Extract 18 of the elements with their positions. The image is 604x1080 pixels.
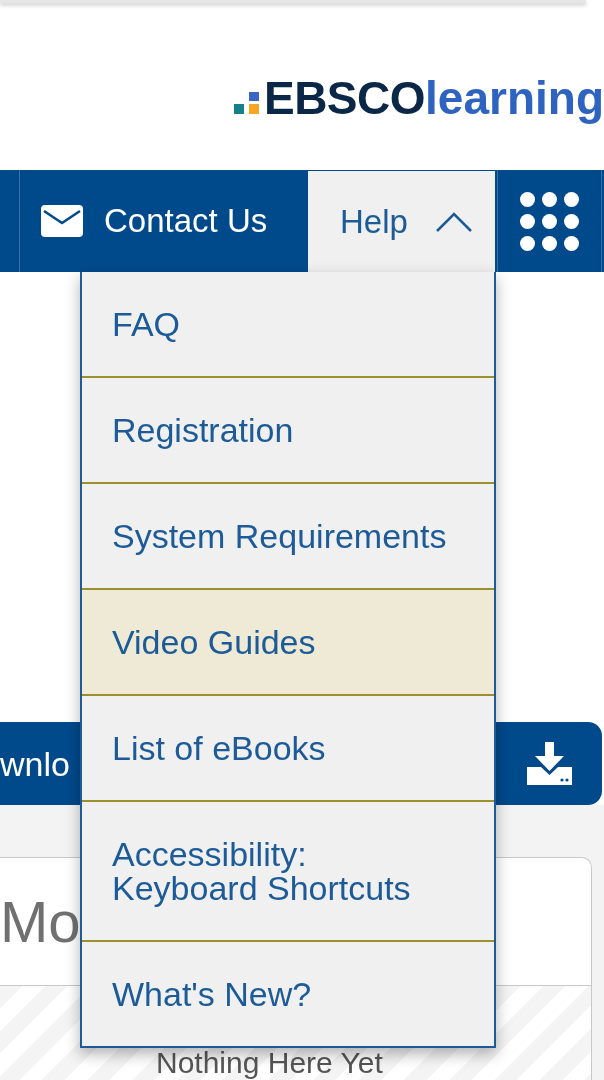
- download-icon: [527, 742, 572, 785]
- menu-item[interactable]: List of eBooks: [82, 696, 494, 802]
- menu-item[interactable]: Registration: [82, 378, 494, 484]
- logo-brand-text: EBSCO: [263, 72, 426, 124]
- menu-item[interactable]: System Requirements: [82, 484, 494, 590]
- menu-item[interactable]: What's New?: [82, 942, 494, 1046]
- menu-item[interactable]: Video Guides: [82, 590, 494, 696]
- empty-state-message: Nothing Here Yet: [156, 1047, 383, 1079]
- help-menu-button[interactable]: Help: [307, 170, 496, 272]
- chevron-up-icon: [434, 210, 473, 233]
- dot-grid-icon: [520, 191, 579, 251]
- menu-item[interactable]: Accessibility: Keyboard Shortcuts: [82, 802, 494, 942]
- logo-mark-icon: [233, 92, 259, 114]
- envelope-icon: [41, 205, 83, 237]
- apps-menu-button[interactable]: [497, 170, 602, 272]
- download-label: wnlo: [0, 743, 70, 784]
- logo-product-text: learning: [425, 72, 604, 124]
- menu-item[interactable]: FAQ: [82, 272, 494, 378]
